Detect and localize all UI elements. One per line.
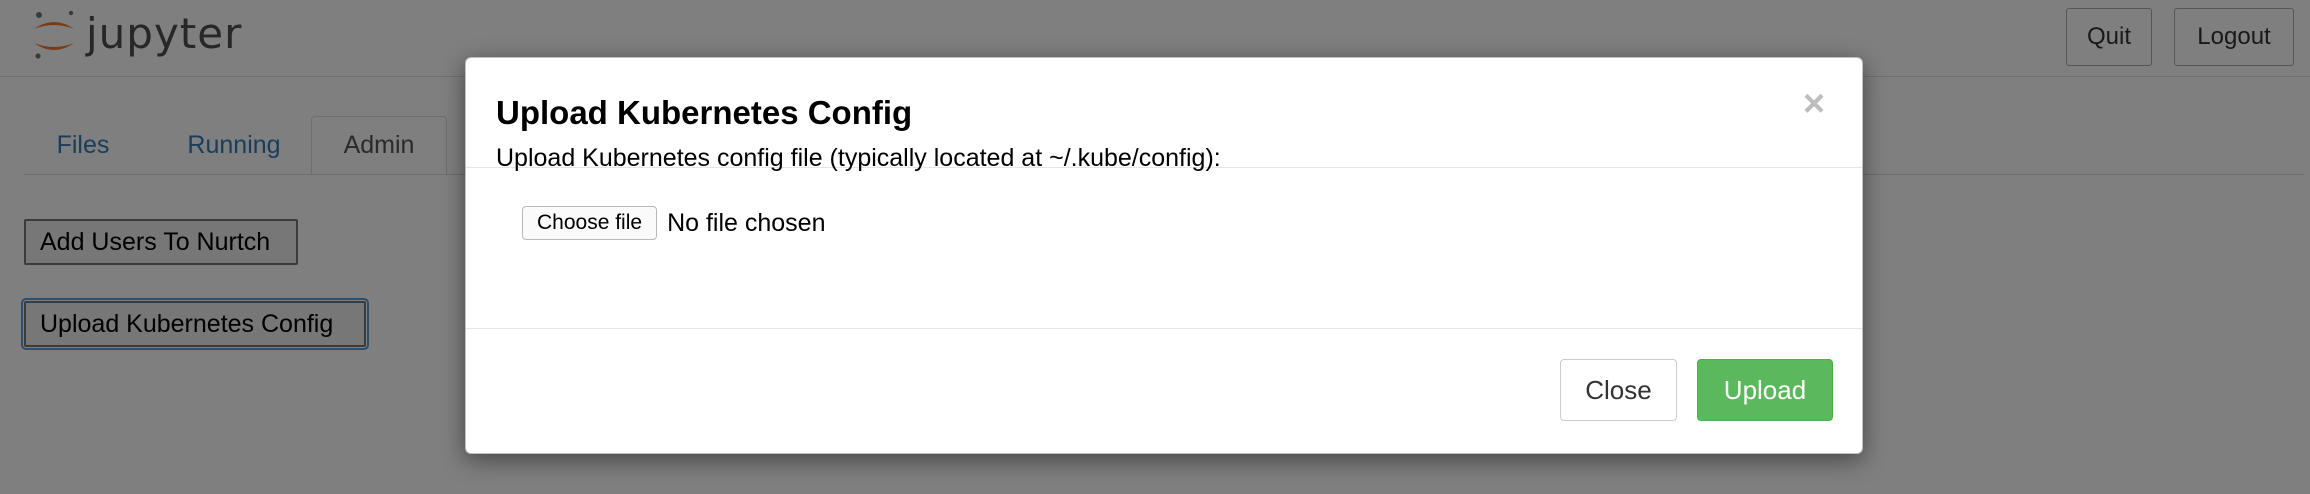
upload-button[interactable]: Upload (1697, 359, 1833, 421)
upload-config-modal: Upload Kubernetes Config × Upload Kubern… (465, 57, 1863, 454)
modal-footer: Close Upload (466, 328, 1862, 454)
file-input: Choose file No file chosen (522, 206, 826, 240)
close-icon[interactable]: × (1796, 82, 1832, 126)
modal-instruction: Upload Kubernetes config file (typically… (496, 144, 1221, 172)
file-status-text: No file chosen (667, 208, 826, 237)
modal-title: Upload Kubernetes Config (496, 94, 913, 131)
choose-file-button[interactable]: Choose file (522, 206, 658, 240)
close-button[interactable]: Close (1560, 359, 1677, 421)
